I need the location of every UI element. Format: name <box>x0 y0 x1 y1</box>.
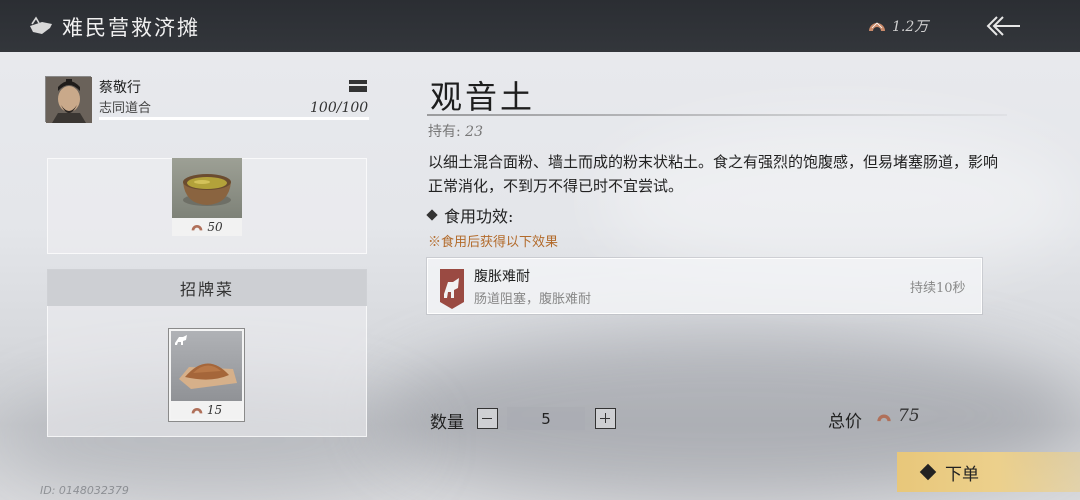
item-name: 观音土 <box>430 78 536 116</box>
item-description: 以细土混合面粉、墙土而成的粉末状粘土。食之有强烈的饱腹感，但易堵塞肠道，影响正常… <box>428 153 999 195</box>
currency-amount: 1.2万 <box>892 19 929 35</box>
owned-value: 23 <box>465 124 483 140</box>
soil-price: 15 <box>171 401 242 419</box>
dish-price-value: 50 <box>207 220 223 234</box>
owned-label: 持有: <box>428 124 461 140</box>
character-subtitle: 志同道合 <box>99 101 152 116</box>
effect-duration: 持续10秒 <box>910 281 966 296</box>
effect-heading: 食用功效: <box>426 203 514 227</box>
dish-card[interactable]: 50 <box>172 158 242 236</box>
currency-display: 1.2万 <box>868 16 928 36</box>
decrease-button[interactable] <box>477 408 498 429</box>
dish-image <box>172 158 242 218</box>
order-button[interactable]: 下单 <box>897 452 1080 492</box>
page-title: 难民营救济摊 <box>62 16 200 40</box>
divider <box>427 114 1007 116</box>
signature-header: 招牌菜 <box>47 269 367 306</box>
total-value: 75 <box>898 406 920 426</box>
effect-note: ※食用后获得以下效果 <box>428 235 559 250</box>
soil-card[interactable]: 15 <box>168 328 245 422</box>
quantity-input[interactable] <box>507 407 585 430</box>
coin-icon <box>191 408 203 414</box>
avatar[interactable] <box>45 76 92 123</box>
player-id: ID: 0148032379 <box>40 484 129 497</box>
effect-description: 肠道阻塞，腹胀难耐 <box>474 292 592 307</box>
order-diamond-icon <box>919 463 937 481</box>
total-label: 总价 <box>828 412 862 432</box>
stat-bar <box>99 117 369 120</box>
quantity-label: 数量 <box>430 413 464 433</box>
dish-price: 50 <box>172 218 242 236</box>
diamond-icon <box>426 209 438 221</box>
coin-icon <box>192 225 203 231</box>
top-bar: 难民营救济摊 1.2万 <box>0 0 1080 52</box>
increase-button[interactable] <box>595 408 616 429</box>
effect-name: 腹胀难耐 <box>474 269 530 285</box>
owned-count: 持有: 23 <box>428 121 483 141</box>
effect-heading-text: 食用功效: <box>444 207 514 226</box>
character-name: 蔡敬行 <box>99 80 141 96</box>
soil-price-value: 15 <box>206 403 223 417</box>
order-button-label: 下单 <box>945 464 979 485</box>
effect-badge-icon <box>440 269 464 309</box>
bowl-icon <box>30 16 52 34</box>
character-stat: 100/100 <box>310 100 369 116</box>
coin-icon <box>869 22 885 31</box>
chest-icon[interactable] <box>348 79 368 93</box>
effect-tag-icon <box>175 335 187 345</box>
coin-icon <box>877 414 891 422</box>
back-button[interactable] <box>984 14 1022 38</box>
character-portrait <box>46 77 92 123</box>
